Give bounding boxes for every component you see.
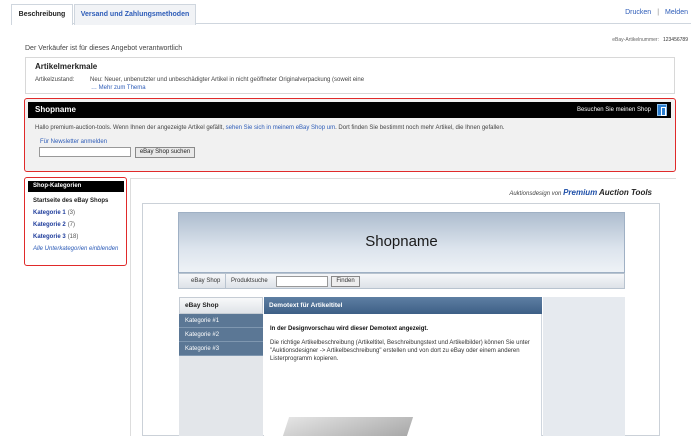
design-credit: Auktionsdesign von Premium Auction Tools: [509, 188, 652, 197]
product-image: [282, 417, 414, 436]
category-count: (18): [67, 234, 79, 240]
template-banner: Shopname: [178, 212, 625, 273]
credit-brand[interactable]: Premium: [563, 188, 597, 197]
item-number-value: 123456789: [662, 37, 688, 43]
report-link[interactable]: Melden: [665, 9, 688, 16]
tab-versand[interactable]: Versand und Zahlungsmethoden: [74, 4, 196, 25]
content-body: Die richtige Artikelbeschreibung (Artike…: [270, 340, 530, 362]
features-panel: Artikelmerkmale Artikelzustand: Neu: Neu…: [25, 57, 675, 94]
content-title: Demotext für Artikeltitel: [264, 297, 542, 314]
template-content: Demotext für Artikeltitel In der Designv…: [264, 297, 542, 436]
shop-search-button[interactable]: eBay Shop suchen: [135, 147, 195, 158]
sidenav-item[interactable]: Kategorie #2: [179, 328, 263, 342]
shop-categories: Shop-Kategorien Startseite des eBay Shop…: [24, 177, 127, 266]
category-label[interactable]: Kategorie 3: [33, 234, 66, 240]
shop-box: Shopname Besuchen Sie meinen Shop Hallo …: [24, 98, 676, 172]
category-count: (3): [67, 210, 76, 216]
tab-bar: Beschreibung Versand und Zahlungsmethode…: [11, 4, 691, 25]
print-link[interactable]: Drucken: [625, 9, 651, 16]
condition-value: Neu: Neuer, unbenutzter und unbeschädigt…: [90, 77, 365, 83]
item-number-label: eBay-Artikelnummer:: [612, 37, 659, 43]
seller-note: Der Verkäufer ist für dieses Angebot ver…: [25, 45, 183, 52]
condition-label: Artikelzustand:: [35, 77, 75, 83]
nav-search-label: Produktsuche: [231, 278, 268, 284]
shop-name: Shopname: [35, 105, 76, 114]
show-all-categories-link[interactable]: Alle Unterkategorien einblenden: [33, 246, 118, 252]
category-item[interactable]: Kategorie 1 (3): [33, 210, 75, 216]
newsletter-link[interactable]: Für Newsletter anmelden: [40, 139, 107, 145]
category-start-link[interactable]: Startseite des eBay Shops: [33, 198, 108, 204]
category-count: (7): [67, 222, 76, 228]
shop-search-input[interactable]: [39, 147, 131, 157]
categories-title: Shop-Kategorien: [28, 181, 124, 192]
banner-title: Shopname: [365, 233, 438, 250]
visit-shop-inline-link[interactable]: sehen Sie sich in meinem eBay Shop um: [226, 125, 335, 131]
category-item[interactable]: Kategorie 2 (7): [33, 222, 75, 228]
category-label[interactable]: Kategorie 2: [33, 222, 66, 228]
nav-ebay-shop[interactable]: eBay Shop: [191, 278, 220, 284]
door-icon[interactable]: [657, 104, 667, 116]
shop-greeting: Hallo premium-auction-tools. Wenn Ihnen …: [35, 125, 505, 131]
more-link[interactable]: … Mehr zum Thema: [91, 85, 146, 91]
nav-find-button[interactable]: Finden: [331, 276, 360, 287]
template-navbar: eBay Shop Produktsuche Finden: [178, 273, 625, 289]
more-link-label[interactable]: Mehr zum Thema: [99, 85, 146, 91]
template-sidenav: eBay Shop Kategorie #1 Kategorie #2 Kate…: [179, 297, 263, 436]
category-item[interactable]: Kategorie 3 (18): [33, 234, 78, 240]
tab-beschreibung[interactable]: Beschreibung: [11, 4, 73, 25]
credit-prefix: Auktionsdesign von: [509, 191, 562, 197]
content-lead: In der Designvorschau wird dieser Demote…: [270, 326, 429, 332]
template-right-pane: [543, 297, 625, 436]
features-title: Artikelmerkmale: [35, 62, 98, 71]
nav-search-input[interactable]: [276, 276, 328, 287]
link-separator: |: [657, 9, 660, 16]
shop-header: Shopname Besuchen Sie meinen Shop: [28, 102, 671, 118]
visit-shop-link[interactable]: Besuchen Sie meinen Shop: [577, 107, 651, 113]
greeting-prefix: Hallo premium-auction-tools. Wenn Ihnen …: [35, 125, 224, 131]
top-links: Drucken | Melden: [625, 9, 688, 16]
nav-divider: [225, 274, 226, 289]
item-number: eBay-Artikelnummer: 123456789: [612, 37, 688, 43]
sidenav-title: eBay Shop: [179, 297, 263, 314]
sidenav-item[interactable]: Kategorie #1: [179, 314, 263, 328]
credit-brand-suffix[interactable]: Auction Tools: [599, 188, 652, 197]
sidenav-item[interactable]: Kategorie #3: [179, 342, 263, 356]
category-label[interactable]: Kategorie 1: [33, 210, 66, 216]
greeting-suffix: . Dort finden Sie bestimmt noch mehr Art…: [335, 125, 505, 131]
